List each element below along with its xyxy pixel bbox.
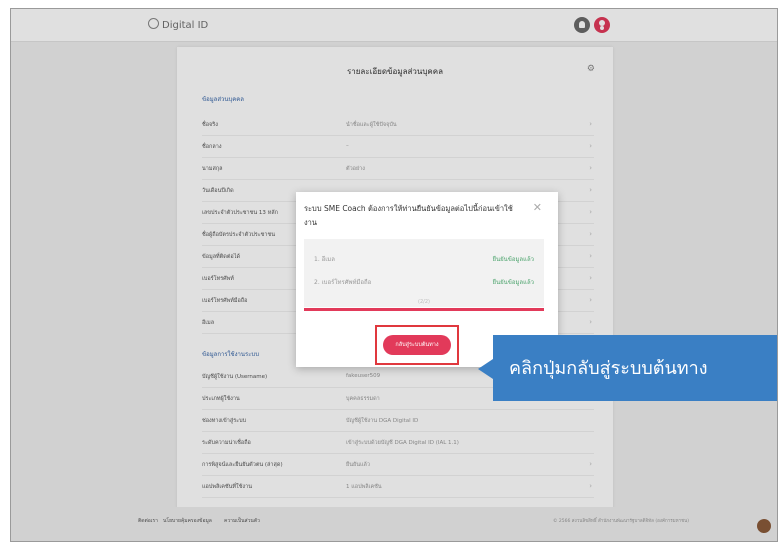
- close-icon[interactable]: ✕: [533, 201, 542, 214]
- verification-status-mobile: ยืนยันข้อมูลแล้ว: [492, 279, 534, 286]
- verification-item-email: 1. อีเมล: [314, 256, 335, 263]
- verification-item-mobile: 2. เบอร์โทรศัพท์มือถือ: [314, 279, 372, 286]
- button-highlight-box: กลับสู่ระบบต้นทาง: [375, 325, 459, 365]
- verification-status-email: ยืนยันข้อมูลแล้ว: [492, 256, 534, 263]
- browser-frame: Digital ID รายละเอียดข้อมูลส่วนบุคคล ⚙ ข…: [10, 8, 778, 542]
- modal-title: ระบบ SME Coach ต้องการให้ท่านยืนยันข้อมู…: [304, 204, 513, 227]
- instruction-callout: คลิกปุ่มกลับสู่ระบบต้นทาง: [478, 335, 777, 401]
- callout-arrow: [478, 359, 493, 379]
- callout-text: คลิกปุ่มกลับสู่ระบบต้นทาง: [509, 358, 708, 379]
- progress-bar: [304, 308, 544, 311]
- verification-count: (2/2): [418, 299, 430, 305]
- verification-list: 1. อีเมล ยืนยันข้อมูลแล้ว 2. เบอร์โทรศัพ…: [304, 239, 544, 307]
- back-to-origin-button[interactable]: กลับสู่ระบบต้นทาง: [383, 335, 451, 355]
